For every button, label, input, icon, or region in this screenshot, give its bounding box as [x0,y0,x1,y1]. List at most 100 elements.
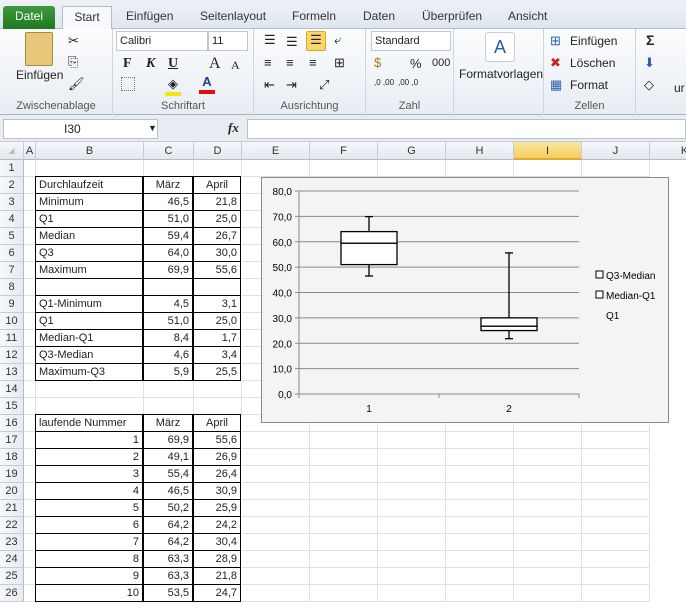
cell-e21[interactable] [242,500,310,517]
wrap-text-icon[interactable]: ⤶ [334,32,341,48]
cell-j20[interactable] [582,483,650,500]
row-header-19[interactable]: 19 [0,466,24,483]
column-header-j[interactable]: J [582,142,650,160]
row-header-14[interactable]: 14 [0,381,24,398]
tab-daten[interactable]: Daten [355,6,403,29]
shrink-font-button[interactable]: A [231,58,240,73]
delete-cells-button[interactable]: Löschen [570,56,615,70]
row-header-10[interactable]: 10 [0,313,24,330]
cell-a1[interactable] [24,160,36,177]
grow-font-button[interactable]: A [209,55,221,73]
cell-b25[interactable]: 9 [35,567,143,585]
cell-c8[interactable] [143,278,193,296]
underline-button[interactable]: U [168,56,178,72]
cell-g24[interactable] [378,551,446,568]
cell-b16[interactable]: laufende Nummer [35,414,143,432]
cell-g18[interactable] [378,449,446,466]
row-header-26[interactable]: 26 [0,585,24,602]
cell-h26[interactable] [446,585,514,602]
font-name-select[interactable]: Calibri [116,31,208,51]
cell-c23[interactable]: 64,2 [143,533,193,551]
cell-b6[interactable]: Q3 [35,244,143,262]
cell-e24[interactable] [242,551,310,568]
cell-g26[interactable] [378,585,446,602]
cell-d17[interactable]: 55,6 [193,431,241,449]
cell-g17[interactable] [378,432,446,449]
cell-b1[interactable] [36,160,144,177]
column-header-f[interactable]: F [310,142,378,160]
cell-d25[interactable]: 21,8 [193,567,241,585]
row-header-3[interactable]: 3 [0,194,24,211]
cell-d24[interactable]: 28,9 [193,550,241,568]
cut-icon[interactable]: ✂ [68,33,79,49]
row-header-20[interactable]: 20 [0,483,24,500]
cell-b9[interactable]: Q1-Minimum [35,295,143,313]
cell-h23[interactable] [446,534,514,551]
percent-button[interactable]: % [410,56,422,71]
cell-e22[interactable] [242,517,310,534]
cell-c13[interactable]: 5,9 [143,363,193,381]
row-header-8[interactable]: 8 [0,279,24,296]
currency-icon[interactable]: $ [374,55,381,71]
cell-f18[interactable] [310,449,378,466]
column-header-g[interactable]: G [378,142,446,160]
select-all-corner[interactable]: ◢ [0,142,24,160]
clear-icon[interactable]: ◇ [644,77,654,93]
cell-i1[interactable] [514,160,582,177]
italic-button[interactable]: K [146,56,155,72]
cell-f22[interactable] [310,517,378,534]
cell-i17[interactable] [514,432,582,449]
cell-f24[interactable] [310,551,378,568]
cell-h1[interactable] [446,160,514,177]
row-header-1[interactable]: 1 [0,160,24,177]
cell-c12[interactable]: 4,6 [143,346,193,364]
format-painter-icon[interactable]: 🖌 [68,76,85,92]
cell-b20[interactable]: 4 [35,482,143,500]
cell-a14[interactable] [24,381,36,398]
paste-button[interactable]: Einfügen [16,68,63,82]
row-header-5[interactable]: 5 [0,228,24,245]
cell-g20[interactable] [378,483,446,500]
cell-h21[interactable] [446,500,514,517]
fill-icon[interactable]: ⬇ [644,55,655,71]
formula-input[interactable] [247,119,686,139]
cell-i20[interactable] [514,483,582,500]
cell-c25[interactable]: 63,3 [143,567,193,585]
sort-filter-button[interactable]: ur [674,81,685,95]
cell-i22[interactable] [514,517,582,534]
fill-color-icon[interactable]: ◈ [165,76,181,96]
row-header-15[interactable]: 15 [0,398,24,415]
cell-b2[interactable]: Durchlaufzeit [35,176,143,194]
row-header-25[interactable]: 25 [0,568,24,585]
cell-c7[interactable]: 69,9 [143,261,193,279]
align-center-icon[interactable]: ≡ [286,55,294,71]
cell-i24[interactable] [514,551,582,568]
cell-b7[interactable]: Maximum [35,261,143,279]
align-bottom-icon[interactable]: ☰ [306,31,326,51]
cell-j17[interactable] [582,432,650,449]
cell-d9[interactable]: 3,1 [193,295,241,313]
cell-b11[interactable]: Median-Q1 [35,329,143,347]
cell-i23[interactable] [514,534,582,551]
cell-c18[interactable]: 49,1 [143,448,193,466]
copy-icon[interactable]: ⎘ [68,54,78,70]
cell-f19[interactable] [310,466,378,483]
cell-d1[interactable] [194,160,242,177]
cell-b23[interactable]: 7 [35,533,143,551]
column-header-d[interactable]: D [194,142,242,160]
cell-d15[interactable] [194,398,242,415]
cell-f25[interactable] [310,568,378,585]
cell-i21[interactable] [514,500,582,517]
row-header-24[interactable]: 24 [0,551,24,568]
cell-b4[interactable]: Q1 [35,210,143,228]
column-header-b[interactable]: B [36,142,144,160]
cell-i26[interactable] [514,585,582,602]
column-header-c[interactable]: C [144,142,194,160]
row-header-6[interactable]: 6 [0,245,24,262]
styles-button[interactable]: Formatvorlagen [459,67,543,81]
cell-j23[interactable] [582,534,650,551]
row-header-21[interactable]: 21 [0,500,24,517]
cell-b21[interactable]: 5 [35,499,143,517]
cell-d22[interactable]: 24,2 [193,516,241,534]
cell-j19[interactable] [582,466,650,483]
